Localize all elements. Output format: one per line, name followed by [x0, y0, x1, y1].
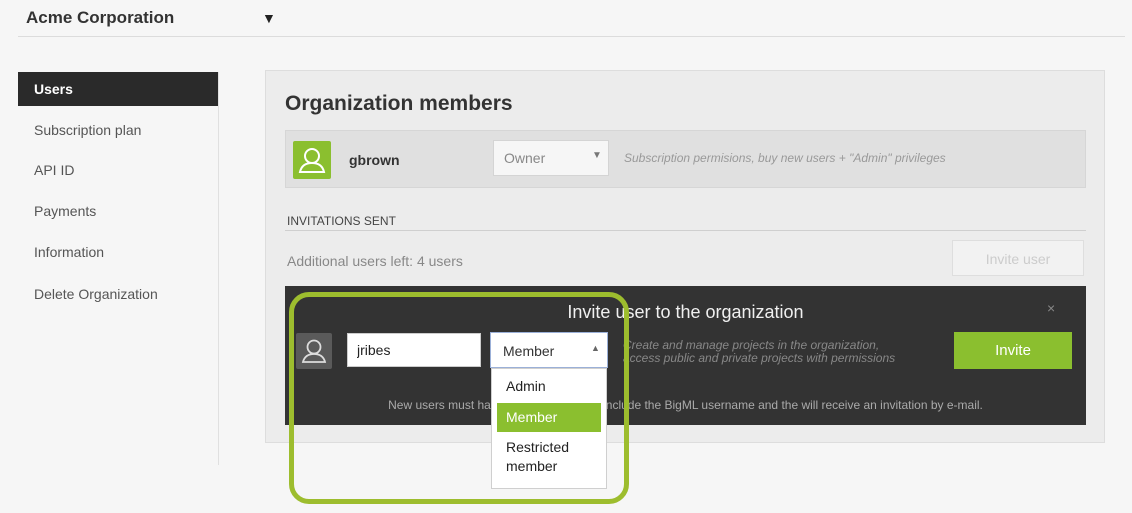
- invite-button[interactable]: Invite: [954, 332, 1072, 369]
- sidebar-item-payments[interactable]: Payments: [18, 194, 218, 228]
- user-icon: [293, 141, 331, 179]
- sidebar-item-subscription-plan[interactable]: Subscription plan: [18, 113, 218, 147]
- member-username: gbrown: [349, 152, 400, 168]
- role-option-restricted-member[interactable]: Restricted member: [497, 438, 601, 478]
- invite-role-description-line2: access public and private projects with …: [623, 351, 896, 365]
- username-input[interactable]: [347, 333, 481, 367]
- organization-name[interactable]: Acme Corporation: [26, 8, 174, 28]
- page-title: Organization members: [285, 92, 513, 115]
- member-role-value: Owner: [504, 150, 546, 166]
- invite-role-description-line1: Create and manage projects in the organi…: [623, 338, 880, 352]
- invitations-heading: INVITATIONS SENT: [287, 214, 396, 228]
- header-divider: [18, 36, 1125, 37]
- role-option-admin[interactable]: Admin: [497, 375, 601, 397]
- role-option-member[interactable]: Member: [497, 403, 601, 432]
- member-role-description: Subscription permisions, buy new users +…: [624, 151, 946, 165]
- invite-user-button[interactable]: Invite user: [952, 240, 1084, 276]
- invite-note: New users must have a BigML account. Inc…: [388, 398, 983, 412]
- sidebar-item-information[interactable]: Information: [18, 235, 218, 269]
- role-option-restricted-line1: Restricted: [506, 439, 570, 455]
- invite-dialog-title: Invite user to the organization: [567, 302, 804, 322]
- sidebar-item-users[interactable]: Users: [18, 72, 218, 106]
- chevron-up-icon: ▲: [591, 343, 600, 353]
- sidebar-item-api-id[interactable]: API ID: [18, 153, 218, 187]
- invite-role-value: Member: [503, 343, 555, 359]
- org-dropdown-caret-icon[interactable]: ▼: [262, 10, 276, 26]
- close-icon[interactable]: ×: [1047, 300, 1055, 316]
- chevron-down-icon: ▼: [592, 150, 602, 161]
- user-icon: [296, 333, 332, 369]
- invitations-divider: [285, 230, 1086, 231]
- users-left-count: Additional users left: 4 users: [287, 253, 463, 269]
- role-option-restricted-line2: member: [506, 458, 558, 474]
- sidebar: Users Subscription plan API ID Payments …: [18, 72, 219, 465]
- sidebar-item-delete-organization[interactable]: Delete Organization: [18, 277, 218, 311]
